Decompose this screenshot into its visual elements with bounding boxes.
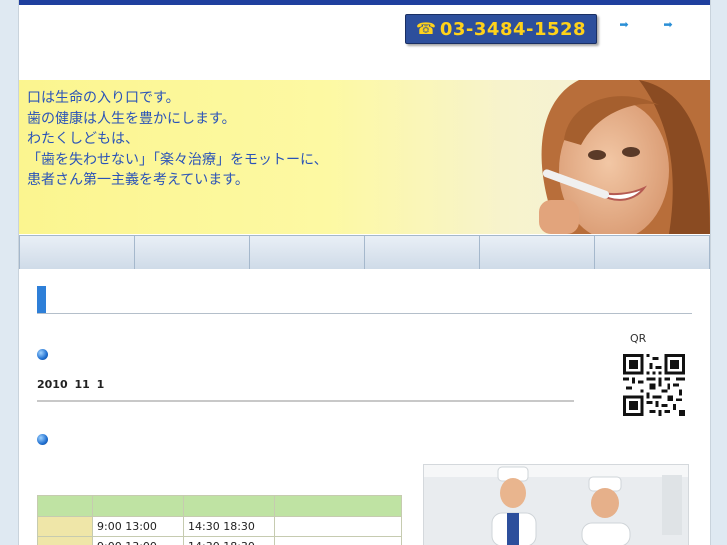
table-header-cell bbox=[92, 495, 184, 517]
table-header-cell bbox=[274, 495, 402, 517]
hero-message: 口は生命の入り口です。 歯の健康は人生を豊かにします。 わたくしどもは、 「歯を… bbox=[27, 88, 328, 191]
main-nav bbox=[19, 234, 710, 269]
page-container: ☎ 03-3484-1528 ➡ ➡ 口は生命の入り口です。 歯の健康は人生を豊… bbox=[18, 0, 711, 545]
phone-banner[interactable]: ☎ 03-3484-1528 bbox=[405, 14, 597, 44]
news-date: 2010 11 1 bbox=[37, 378, 105, 391]
hero-line: 「歯を失わせない」「楽々治療」をモットーに、 bbox=[27, 151, 328, 168]
bullet-icon bbox=[37, 434, 48, 445]
qr-label: QR bbox=[630, 332, 647, 345]
table-cell-note bbox=[274, 536, 402, 545]
nav-item[interactable] bbox=[135, 235, 250, 269]
nav-item[interactable] bbox=[480, 235, 595, 269]
table-header-cell bbox=[183, 495, 275, 517]
arrow-right-icon[interactable]: ➡ bbox=[617, 18, 631, 32]
table-cell-day bbox=[37, 536, 93, 545]
bullet-icon bbox=[37, 349, 48, 360]
nav-item[interactable] bbox=[19, 235, 135, 269]
telephone-icon: ☎ bbox=[415, 19, 436, 38]
hero-banner: 口は生命の入り口です。 歯の健康は人生を豊かにします。 わたくしどもは、 「歯を… bbox=[19, 80, 710, 234]
table-cell-day bbox=[37, 516, 93, 537]
staff-photo bbox=[423, 464, 689, 545]
table-cell-am: 9:00 13:00 bbox=[92, 516, 184, 537]
qr-code bbox=[623, 354, 685, 416]
table-cell-am: 9:00 13:00 bbox=[92, 536, 184, 545]
table-cell-pm: 14:30 18:30 bbox=[183, 536, 275, 545]
nav-item[interactable] bbox=[250, 235, 365, 269]
hero-line: 歯の健康は人生を豊かにします。 bbox=[27, 110, 236, 127]
nav-item[interactable] bbox=[595, 235, 710, 269]
nav-item[interactable] bbox=[365, 235, 480, 269]
arrow-right-icon[interactable]: ➡ bbox=[661, 18, 675, 32]
table-header-row bbox=[37, 495, 402, 517]
hero-line: 患者さん第一主義を考えています。 bbox=[27, 172, 249, 188]
table-cell-pm: 14:30 18:30 bbox=[183, 516, 275, 537]
table-row: 9:00 13:00 14:30 18:30 bbox=[37, 516, 402, 537]
phone-number: 03-3484-1528 bbox=[439, 18, 587, 40]
hero-photo bbox=[539, 80, 710, 234]
table-cell-note bbox=[274, 516, 402, 537]
table-header-cell bbox=[37, 495, 93, 517]
divider bbox=[37, 400, 574, 402]
hero-line: わたくしどもは、 bbox=[27, 131, 139, 147]
hero-line: 口は生命の入り口です。 bbox=[27, 90, 180, 106]
table-row: 9:00 13:00 14:30 18:30 bbox=[37, 536, 402, 545]
section-heading bbox=[37, 286, 692, 314]
heading-accent-bar bbox=[37, 286, 46, 313]
hours-table: 9:00 13:00 14:30 18:30 9:00 13:00 14:30 … bbox=[37, 495, 402, 545]
top-bar bbox=[19, 0, 710, 5]
